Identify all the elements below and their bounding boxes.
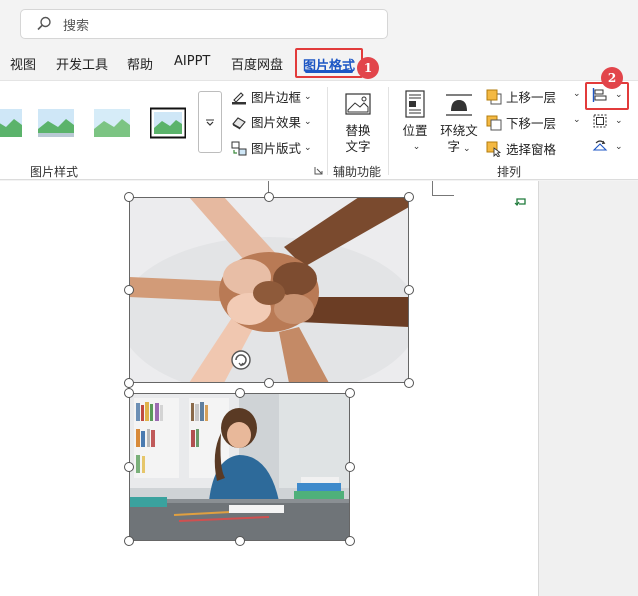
alt-text-icon — [345, 93, 371, 115]
picture-border-label: 图片边框 — [251, 90, 302, 105]
wrap-text-button[interactable]: 环绕文 字 ⌄ — [439, 89, 479, 157]
alt-text-label-line2: 文字 — [345, 139, 371, 154]
picture-border-button[interactable]: 图片边框 ⌄ — [231, 87, 312, 106]
rotate-button[interactable]: ⌄ — [592, 139, 623, 155]
active-tab-underline — [305, 70, 354, 73]
position-label: 位置 — [402, 123, 428, 138]
send-backward-label: 下移一层 — [506, 116, 557, 131]
picture-layout-label: 图片版式 — [251, 141, 302, 156]
resize-handle[interactable] — [264, 192, 274, 202]
picture-style-thumb-4[interactable] — [150, 107, 186, 139]
search-box[interactable]: 搜索 — [20, 9, 388, 39]
resize-handle[interactable] — [124, 285, 134, 295]
chevron-down-icon[interactable]: ⌄ — [573, 89, 581, 99]
gallery-more-button[interactable] — [198, 91, 222, 153]
title-bar: 搜索 — [0, 0, 638, 44]
chevron-down-icon: ⌄ — [304, 142, 312, 153]
selection-pane-label: 选择窗格 — [506, 142, 557, 157]
resize-handle[interactable] — [235, 536, 245, 546]
chevron-down-icon — [206, 119, 214, 126]
picture-effects-icon — [232, 116, 246, 129]
picture-style-thumb-1[interactable] — [0, 107, 22, 139]
resize-handle[interactable] — [404, 192, 414, 202]
resize-handle[interactable] — [404, 285, 414, 295]
margin-guide — [432, 181, 433, 196]
tab-aippt[interactable]: AIPPT — [174, 54, 210, 69]
chevron-down-icon: ⌄ — [304, 91, 312, 102]
layout-options-icon[interactable] — [514, 195, 528, 209]
picture-layout-button[interactable]: 图片版式 ⌄ — [231, 138, 312, 157]
wrap-text-label-line1: 环绕文 — [440, 123, 478, 138]
search-placeholder: 搜索 — [63, 18, 90, 34]
wrap-text-label-line2: 字 ⌄ — [447, 139, 471, 154]
group-label-accessibility: 辅助功能 — [333, 165, 382, 179]
step-badge-2: 2 — [601, 67, 623, 89]
group-label-picture-styles: 图片样式 — [30, 165, 79, 179]
rotate-icon — [592, 140, 608, 151]
dialog-launcher-icon[interactable] — [314, 166, 323, 175]
chevron-down-icon: ⌄ — [412, 142, 421, 152]
align-left-icon — [592, 88, 607, 102]
search-icon — [37, 16, 51, 31]
tab-view[interactable]: 视图 — [10, 54, 36, 73]
resize-handle[interactable] — [124, 378, 134, 388]
picture-layout-icon — [231, 141, 247, 155]
resize-handle[interactable] — [235, 388, 245, 398]
chevron-down-icon: ⌄ — [615, 142, 623, 152]
alt-text-label-line1: 替换 — [345, 123, 371, 138]
position-icon — [405, 90, 425, 118]
ribbon-panel: 图片边框 ⌄ 图片效果 ⌄ 图片版式 ⌄ 图片样式 替换 文字 辅助功能 位置 … — [0, 67, 638, 180]
tab-baidu-netdisk[interactable]: 百度网盘 — [231, 54, 283, 73]
resize-handle[interactable] — [345, 536, 355, 546]
tab-picture-format[interactable]: 图片格式 — [295, 48, 364, 78]
chevron-down-icon: ⌄ — [615, 90, 623, 100]
group-objects-button[interactable]: ⌄ — [592, 113, 623, 129]
picture-style-thumb-2[interactable] — [38, 107, 74, 139]
picture-style-thumb-3[interactable] — [94, 107, 130, 139]
group-divider — [388, 87, 389, 175]
tab-help[interactable]: 帮助 — [127, 54, 153, 73]
group-icon — [593, 114, 607, 128]
position-button[interactable]: 位置 ⌄ — [398, 89, 432, 155]
selection-pane-icon — [486, 141, 502, 157]
resize-handle[interactable] — [124, 388, 134, 398]
picture-effects-label: 图片效果 — [251, 115, 302, 130]
chevron-down-icon: ⌄ — [304, 116, 312, 127]
rotate-handle-icon[interactable] — [230, 349, 252, 371]
bring-forward-icon — [486, 89, 502, 104]
chevron-down-icon: ⌄ — [615, 116, 623, 126]
resize-handle[interactable] — [345, 388, 355, 398]
picture-border-icon — [232, 91, 246, 104]
image-selection-frame — [129, 197, 409, 383]
side-margin-area — [538, 181, 638, 596]
step-badge-1: 1 — [357, 57, 379, 79]
resize-handle[interactable] — [124, 536, 134, 546]
resize-handle[interactable] — [345, 462, 355, 472]
document-canvas[interactable] — [0, 181, 538, 596]
group-divider — [327, 87, 328, 175]
alt-text-button[interactable]: 替换 文字 — [338, 91, 378, 155]
tab-developer[interactable]: 开发工具 — [56, 54, 108, 73]
bring-forward-label: 上移一层 — [506, 90, 557, 105]
image-selection-frame — [129, 393, 350, 541]
margin-guide — [432, 195, 454, 196]
resize-handle[interactable] — [404, 378, 414, 388]
bring-forward-button[interactable]: 上移一层 — [486, 87, 556, 106]
selection-pane-button[interactable]: 选择窗格 — [486, 139, 556, 158]
group-label-arrange: 排列 — [497, 165, 522, 179]
send-backward-icon — [486, 115, 502, 130]
resize-handle[interactable] — [124, 462, 134, 472]
ribbon-tabs: 视图 开发工具 帮助 AIPPT 百度网盘 图片格式 1 — [0, 48, 638, 79]
align-button[interactable]: ⌄ — [592, 87, 623, 103]
send-backward-button[interactable]: 下移一层 — [486, 113, 556, 132]
picture-effects-button[interactable]: 图片效果 ⌄ — [231, 112, 312, 131]
wrap-text-icon — [446, 94, 472, 116]
resize-handle[interactable] — [264, 378, 274, 388]
resize-handle[interactable] — [124, 192, 134, 202]
chevron-down-icon[interactable]: ⌄ — [573, 115, 581, 125]
